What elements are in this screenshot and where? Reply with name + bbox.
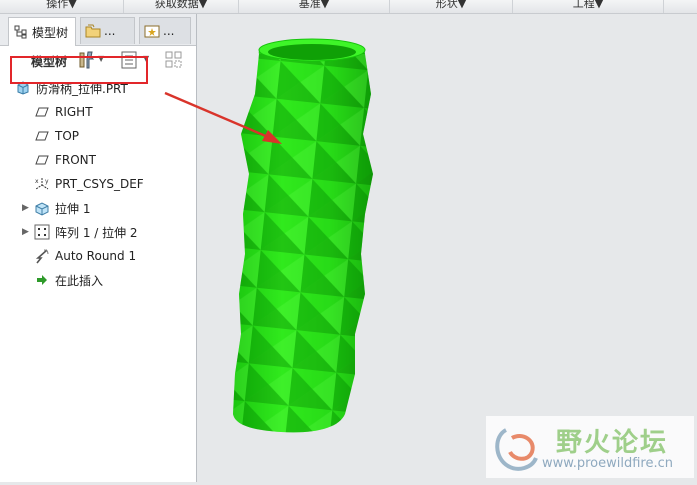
watermark-title: 野火论坛: [556, 428, 669, 458]
annotation-arrow-line: [164, 91, 269, 139]
forum-watermark: 野火论坛 www.proewildfire.cn: [486, 416, 694, 478]
watermark-logo-icon: [495, 428, 538, 471]
annotation-arrow-head: [262, 130, 282, 144]
annotation-arrow-layer: [164, 91, 282, 144]
watermark-url: www.proewildfire.cn: [542, 456, 673, 471]
